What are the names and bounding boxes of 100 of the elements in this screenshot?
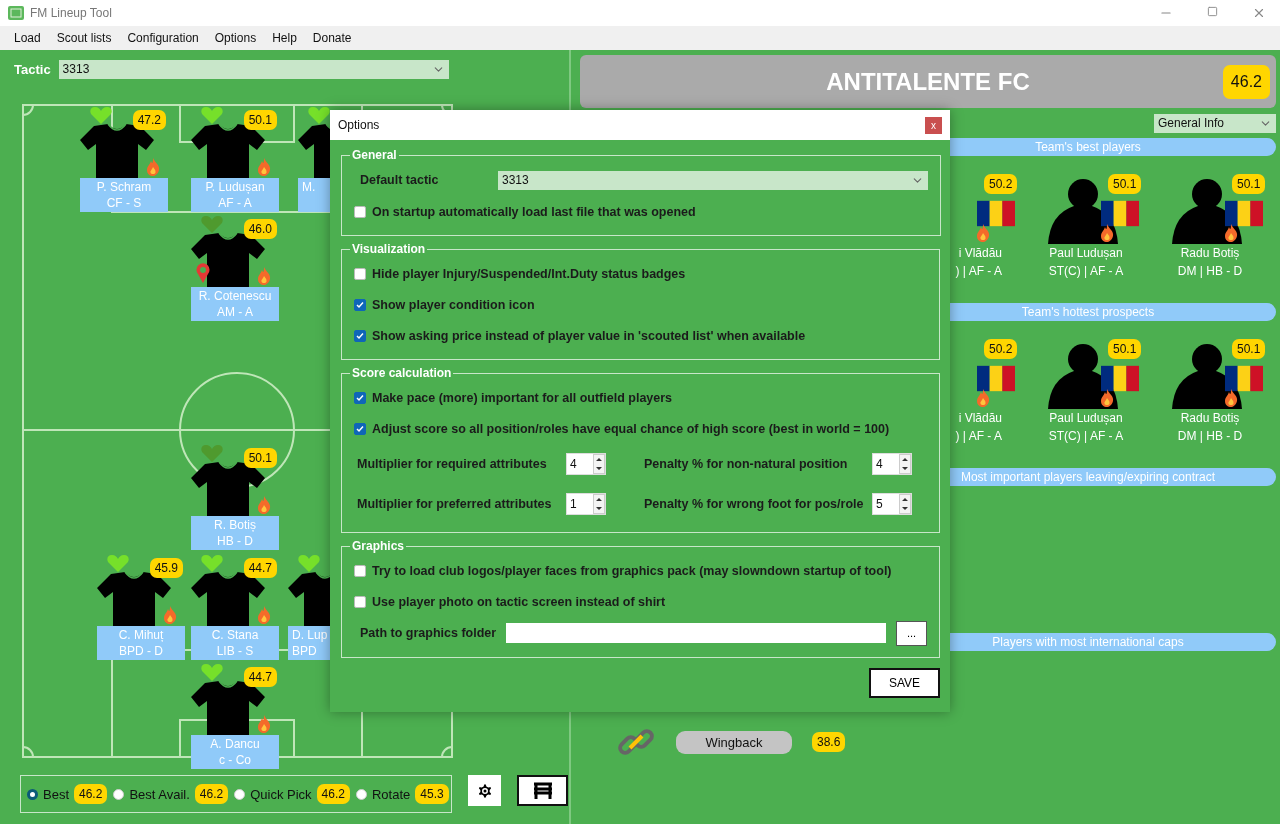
flame-icon <box>1224 389 1238 407</box>
score-badge: 50.1 <box>1108 174 1142 194</box>
group-title: Graphics <box>351 539 406 553</box>
checkbox[interactable] <box>354 329 366 342</box>
checkbox-label: Try to load club logos/player faces from graphics pack (may slowndown startup of tool) <box>372 563 892 578</box>
checkbox[interactable] <box>354 391 366 404</box>
number-spinner[interactable]: 1 <box>566 493 606 515</box>
checkbox-label: Show asking price instead of player value in 'scouted list' when available <box>372 328 806 343</box>
shirt-icon <box>191 572 265 628</box>
player-name: Paul Ludușan <box>1048 410 1124 427</box>
player-label: C. Stana LIB - S <box>191 626 279 660</box>
menu-item[interactable]: Donate <box>304 31 360 45</box>
number-spinner[interactable]: 4 <box>872 453 912 475</box>
player-role: ST(C) | AF - A <box>1047 428 1125 445</box>
score-badge: 45.9 <box>149 558 183 578</box>
score-badge: 50.2 <box>984 339 1018 359</box>
field-label: Multiplier for preferred attributes <box>356 497 553 511</box>
shirt-icon <box>191 681 265 737</box>
player-label: C. Mihuț BPD - D <box>97 626 185 660</box>
flame-icon <box>1224 224 1238 242</box>
score-badge: 50.1 <box>243 110 277 130</box>
player-role: ) | AF - A <box>954 428 1003 445</box>
checkbox[interactable] <box>354 422 366 435</box>
score-badge: 50.1 <box>1108 339 1142 359</box>
player-name: Paul Ludușan <box>1048 245 1124 262</box>
group-title: Visualization <box>351 242 427 256</box>
score-badge: 50.2 <box>984 174 1018 194</box>
score-badge: 46.2 <box>1222 65 1270 99</box>
flag-icon <box>1225 200 1263 227</box>
player-role: DM | HB - D <box>1176 428 1244 445</box>
settings-button[interactable] <box>468 775 501 806</box>
shirt-icon <box>191 233 265 289</box>
radio-option[interactable]: Best 46.2 <box>27 784 108 804</box>
score-badge: 46.2 <box>194 784 229 804</box>
player-role: ) | AF - A <box>954 263 1003 280</box>
flame-icon <box>1100 224 1114 242</box>
player-label: P. Schram CF - S <box>80 178 168 212</box>
path-field[interactable] <box>506 623 886 643</box>
menu-item[interactable]: Load <box>6 31 49 45</box>
number-spinner[interactable]: 4 <box>566 453 606 475</box>
menu-item[interactable]: Options <box>206 31 265 45</box>
browse-button[interactable]: ... <box>896 620 927 646</box>
checkbox-label: Show player condition icon <box>372 297 535 312</box>
score-badge: 47.2 <box>132 110 166 130</box>
radio-option[interactable]: Rotate 45.3 <box>355 784 449 804</box>
checkbox[interactable] <box>354 205 366 218</box>
tactic-label: Tactic <box>14 61 51 77</box>
score-badge: 45.3 <box>415 784 449 804</box>
group-title: General <box>351 148 398 162</box>
flame-icon <box>976 389 990 407</box>
player-label: A. Dancu c - Co <box>191 735 279 769</box>
score-badge: 46.2 <box>74 784 108 804</box>
player-name: i Vlădău <box>957 245 1003 262</box>
save-button[interactable]: SAVE <box>869 668 940 698</box>
score-badge: 50.1 <box>1232 339 1266 359</box>
group-title: Score calculation <box>351 366 453 380</box>
close-icon[interactable] <box>1252 6 1266 20</box>
checkbox-label: Make pace (more) important for all outfield players <box>372 390 673 405</box>
score-badge: 44.7 <box>243 667 277 687</box>
team-name: ANTITALENTE FC <box>826 67 1030 96</box>
menu-item[interactable]: Configuration <box>119 31 207 45</box>
radio-option[interactable]: Quick Pick 46.2 <box>234 784 350 804</box>
flag-icon <box>977 365 1015 392</box>
checkbox[interactable] <box>354 595 366 608</box>
tactic-select[interactable]: 3313 <box>498 170 928 190</box>
menu-item[interactable]: Scout lists <box>48 31 120 45</box>
menu-item[interactable]: Help <box>264 31 305 45</box>
close-button[interactable]: x <box>925 116 942 134</box>
bench-button[interactable] <box>517 775 568 806</box>
field-label: Penalty % for non-natural position <box>643 457 849 471</box>
checkbox[interactable] <box>354 298 366 311</box>
player-name: i Vlădău <box>957 410 1003 427</box>
player-label: R. Botiș HB - D <box>191 516 279 550</box>
score-badge: 50.1 <box>1232 174 1266 194</box>
radio-option[interactable]: Best Avail. 46.2 <box>113 784 229 804</box>
number-spinner[interactable]: 5 <box>872 493 912 515</box>
score-badge: 46.2 <box>316 784 350 804</box>
flame-icon <box>1100 389 1114 407</box>
player-role: ST(C) | AF - A <box>1047 263 1125 280</box>
score-badge: 46.0 <box>243 219 277 239</box>
field-label: Multiplier for required attributes <box>356 457 548 471</box>
checkbox[interactable] <box>354 267 366 280</box>
player-label: P. Ludușan AF - A <box>191 178 279 212</box>
checkbox-label: Use player photo on tactic screen instead of shirt <box>372 594 666 609</box>
info-select[interactable]: General Info <box>1154 113 1276 133</box>
checkbox[interactable] <box>354 564 366 577</box>
score-badge: 44.7 <box>243 558 277 578</box>
flag-icon <box>1225 365 1263 392</box>
tactic-select[interactable]: 3313 <box>58 59 449 79</box>
flag-icon <box>1101 365 1139 392</box>
checkbox-label: Adjust score so all position/roles have equal chance of high score (best in world = 100) <box>372 421 890 436</box>
player-name: Radu Botiș <box>1179 410 1241 427</box>
flag-icon <box>1101 200 1139 227</box>
score-badge: 38.6 <box>812 732 846 752</box>
app-icon <box>8 6 24 20</box>
shirt-icon <box>97 572 171 628</box>
checkbox-label: Hide player Injury/Suspended/Int.Duty status badges <box>372 266 686 281</box>
player-label: R. Cotenescu AM - A <box>191 287 279 321</box>
score-badge: 50.1 <box>243 448 277 468</box>
maximize-icon[interactable] <box>1207 6 1218 17</box>
